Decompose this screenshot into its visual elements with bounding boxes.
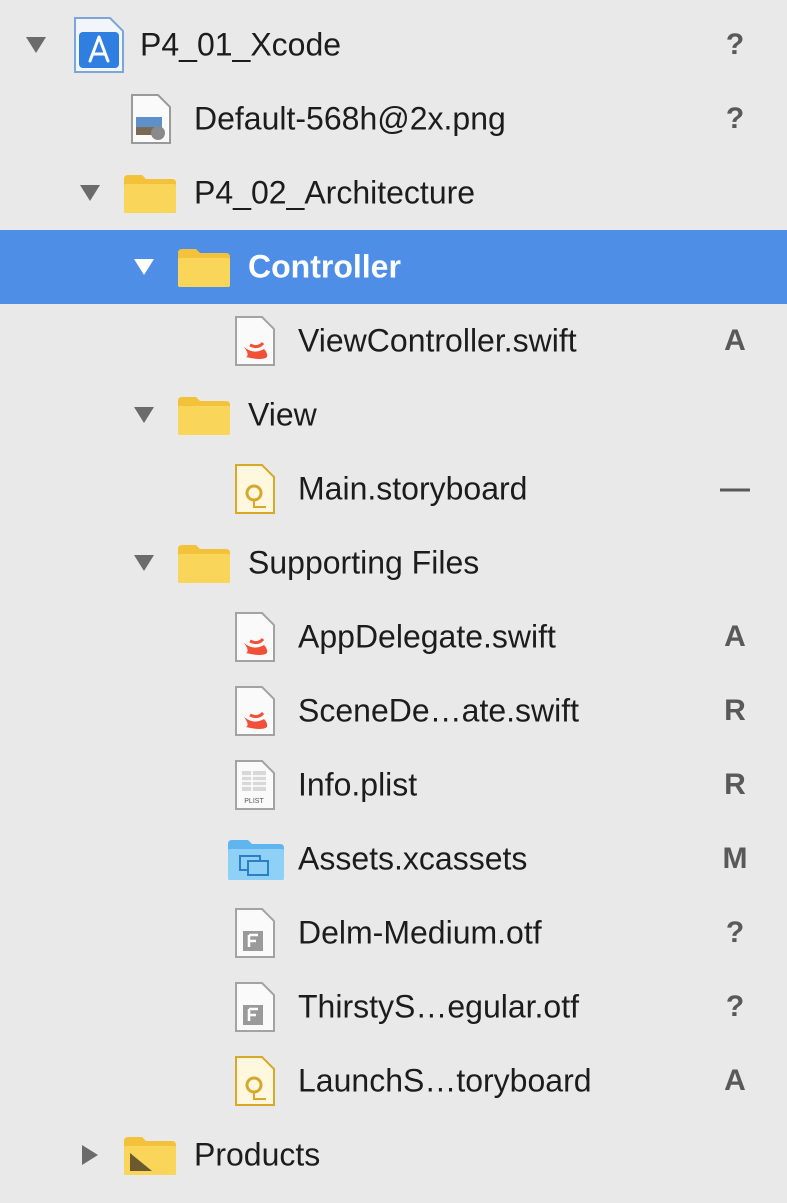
storyboard-file-icon xyxy=(234,463,276,515)
xcode-project-icon xyxy=(72,16,126,74)
swift-file-icon xyxy=(234,685,276,737)
plist-file-icon: PLIST xyxy=(234,759,276,811)
tree-row-label: Delm-Medium.otf xyxy=(298,914,542,951)
products-folder-icon xyxy=(122,1133,178,1177)
tree-row-label: LaunchS…toryboard xyxy=(298,1062,592,1099)
tree-row-label: Info.plist xyxy=(298,766,418,803)
source-control-status: A xyxy=(724,620,746,653)
tree-row-label: P4_01_Xcode xyxy=(140,26,342,63)
tree-row-project[interactable]: P4_01_Xcode ? xyxy=(0,8,787,82)
tree-row-file[interactable]: ViewController.swift A xyxy=(0,304,787,378)
project-navigator: P4_01_Xcode ? Default-568h@2x.png ? P4_0… xyxy=(0,0,787,1203)
tree-row-label: ThirstyS…egular.otf xyxy=(298,988,579,1025)
storyboard-file-icon xyxy=(234,1055,276,1107)
disclosure-triangle-expanded-icon[interactable] xyxy=(78,181,102,205)
tree-row-label: ViewController.swift xyxy=(298,322,577,359)
swift-file-icon xyxy=(234,315,276,367)
asset-catalog-icon xyxy=(226,836,286,882)
folder-icon xyxy=(122,171,178,215)
tree-row-file[interactable]: LaunchS…toryboard A xyxy=(0,1044,787,1118)
disclosure-triangle-expanded-icon[interactable] xyxy=(132,551,156,575)
source-control-status: A xyxy=(724,1064,746,1097)
tree-row-folder[interactable]: View xyxy=(0,378,787,452)
folder-icon xyxy=(176,541,232,585)
tree-row-file[interactable]: Main.storyboard — xyxy=(0,452,787,526)
tree-row-label: Default-568h@2x.png xyxy=(194,100,506,137)
source-control-status: ? xyxy=(725,916,745,949)
tree-row-label: Supporting Files xyxy=(248,544,480,581)
tree-row-file[interactable]: ThirstyS…egular.otf ? xyxy=(0,970,787,1044)
font-file-icon xyxy=(234,981,276,1033)
tree-row-folder[interactable]: Products xyxy=(0,1118,787,1192)
source-control-status: ? xyxy=(725,28,745,61)
tree-row-label: AppDelegate.swift xyxy=(298,618,556,655)
plist-icon-text: PLIST xyxy=(244,798,264,805)
tree-row-label: SceneDe…ate.swift xyxy=(298,692,580,729)
disclosure-triangle-expanded-icon[interactable] xyxy=(132,255,156,279)
tree-row-folder[interactable]: Supporting Files xyxy=(0,526,787,600)
tree-row-file[interactable]: Assets.xcassets M xyxy=(0,822,787,896)
folder-icon xyxy=(176,245,232,289)
font-file-icon xyxy=(234,907,276,959)
tree-row-folder-selected[interactable]: Controller xyxy=(0,230,787,304)
tree-row-label: P4_02_Architecture xyxy=(194,174,476,211)
swift-file-icon xyxy=(234,611,276,663)
tree-row-file[interactable]: Delm-Medium.otf ? xyxy=(0,896,787,970)
disclosure-triangle-expanded-icon[interactable] xyxy=(132,403,156,427)
tree-row-folder[interactable]: P4_02_Architecture xyxy=(0,156,787,230)
source-control-status: — xyxy=(720,472,750,505)
image-file-icon xyxy=(130,93,172,145)
source-control-status: ? xyxy=(725,990,745,1023)
tree-row-file[interactable]: Default-568h@2x.png ? xyxy=(0,82,787,156)
tree-row-label: Products xyxy=(194,1136,321,1173)
tree-row-label: Assets.xcassets xyxy=(298,840,528,877)
source-control-status: R xyxy=(724,768,746,801)
folder-icon xyxy=(176,393,232,437)
disclosure-triangle-expanded-icon[interactable] xyxy=(24,33,48,57)
tree-row-label: View xyxy=(248,396,317,433)
tree-row-file[interactable]: AppDelegate.swift A xyxy=(0,600,787,674)
source-control-status: M xyxy=(722,842,748,875)
source-control-status: ? xyxy=(725,102,745,135)
source-control-status: R xyxy=(724,694,746,727)
tree-row-label: Controller xyxy=(248,248,401,285)
tree-row-label: Main.storyboard xyxy=(298,470,528,507)
source-control-status: A xyxy=(724,324,746,357)
tree-row-file[interactable]: SceneDe…ate.swift R xyxy=(0,674,787,748)
tree-row-file[interactable]: PLIST Info.plist R xyxy=(0,748,787,822)
disclosure-triangle-collapsed-icon[interactable] xyxy=(78,1143,102,1167)
